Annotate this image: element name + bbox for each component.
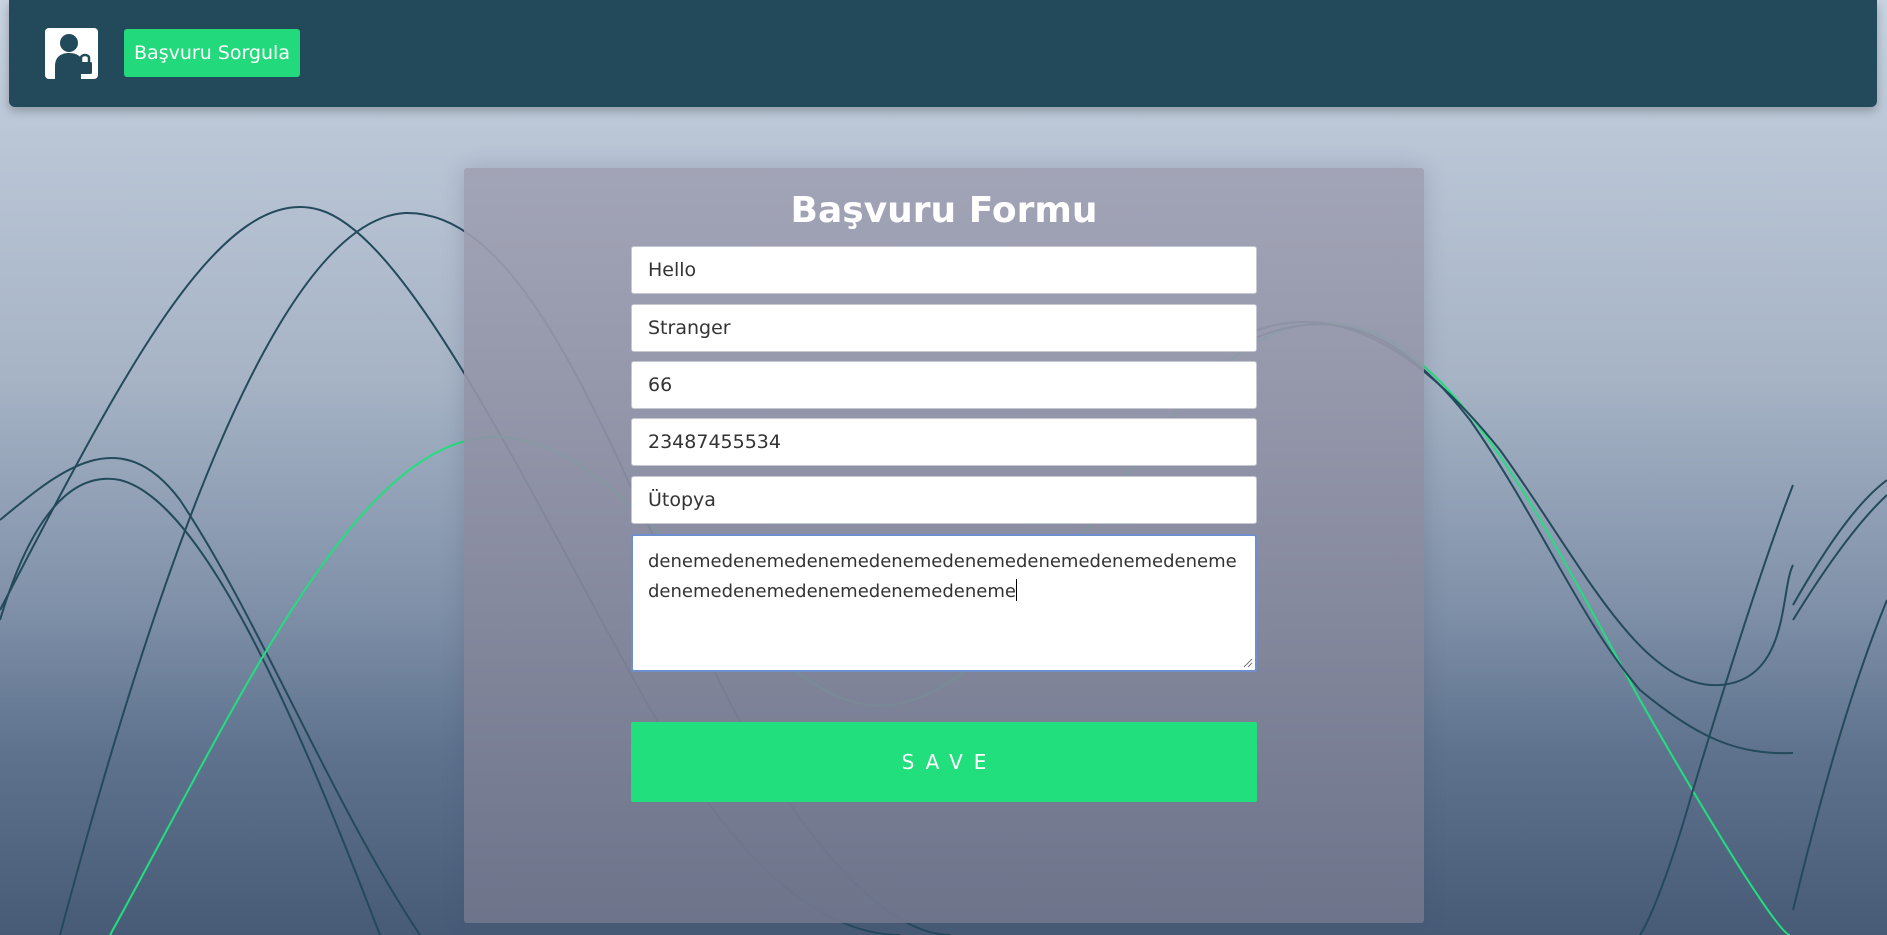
phone-input[interactable] (631, 418, 1257, 466)
text-caret (1015, 579, 1017, 601)
save-button[interactable]: SAVE (631, 722, 1257, 802)
last-name-input[interactable] (631, 304, 1257, 352)
application-query-button[interactable]: Başvuru Sorgula (124, 29, 300, 77)
resize-grip-icon[interactable] (1241, 656, 1253, 668)
application-form-card: Başvuru Formu denemedenemedenemedenemede… (464, 168, 1424, 923)
message-text: denemedenemedenemedenemedenemedenemedene… (648, 551, 1237, 602)
city-input[interactable] (631, 476, 1257, 524)
age-input[interactable] (631, 361, 1257, 409)
top-navbar: Başvuru Sorgula (9, 0, 1877, 107)
message-textarea[interactable]: denemedenemedenemedenemedenemedenemedene… (631, 534, 1257, 672)
first-name-input[interactable] (631, 246, 1257, 294)
user-lock-icon[interactable] (45, 28, 98, 79)
form-title: Başvuru Formu (790, 190, 1098, 231)
